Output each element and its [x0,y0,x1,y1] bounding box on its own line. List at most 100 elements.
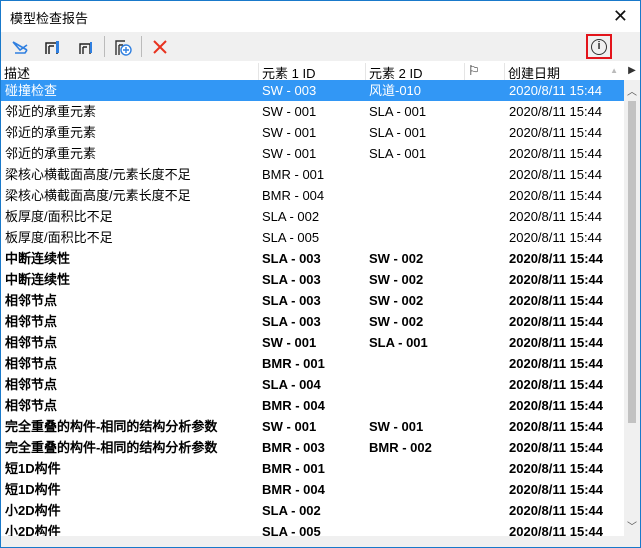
table-row[interactable]: 相邻节点 BMR - 001 2020/8/11 15:44 [1,353,624,374]
element-1-id-cell: BMR - 001 [262,461,325,476]
table-row[interactable]: 短1D构件 BMR - 004 2020/8/11 15:44 [1,479,624,500]
element-1-id-cell: SW - 001 [262,125,317,140]
table-row[interactable]: 相邻节点 BMR - 004 2020/8/11 15:44 [1,395,624,416]
toolbar: i [1,32,640,61]
created-date-cell: 2020/8/11 15:44 [509,167,603,182]
window-title: 模型检查报告 [10,11,89,26]
element-1-id-cell: BMR - 001 [262,356,325,371]
table-row[interactable]: 完全重叠的构件-相同的结构分析参数 BMR - 003 BMR - 002 2020/… [1,437,624,458]
element-1-id-cell: SLA - 005 [262,230,320,245]
description-cell: 短1D构件 [5,482,61,497]
element-1-id-cell: SLA - 003 [262,293,321,308]
toolbar-separator [141,36,142,57]
add-to-selection-icon[interactable] [112,36,134,58]
created-date-cell: 2020/8/11 15:44 [509,503,603,518]
close-icon[interactable]: ✕ [613,6,628,27]
created-date-cell: 2020/8/11 15:44 [509,146,603,161]
description-cell: 小2D构件 [5,503,61,518]
created-date-cell: 2020/8/11 15:44 [509,335,603,350]
scroll-right-icon[interactable]: ▶ [624,61,640,80]
status-strip [1,536,640,547]
description-cell: 梁核心横截面高度/元素长度不足 [5,188,191,203]
column-header-flag[interactable]: ⚐ [464,63,504,81]
element-1-id-cell: BMR - 001 [262,167,325,182]
scroll-down-icon[interactable]: ﹀ [627,518,637,533]
flag-icon: ⚐ [468,63,480,78]
created-date-cell: 2020/8/11 15:44 [509,209,603,224]
element-2-id-cell: 风道-010 [369,83,422,98]
highlight-element-1-icon[interactable] [41,36,63,58]
element-1-id-cell: BMR - 004 [262,188,325,203]
info-button[interactable]: i [586,34,612,59]
created-date-cell: 2020/8/11 15:44 [509,482,603,497]
highlight-element-2-icon[interactable] [75,36,97,58]
column-header-description[interactable]: 描述 [1,63,258,81]
created-date-cell: 2020/8/11 15:44 [509,125,603,140]
column-header-element-2-id[interactable]: 元素 2 ID [365,63,464,81]
table-row[interactable]: 邻近的承重元素 SW - 001 SLA - 001 2020/8/11 15:44 [1,122,624,143]
element-1-id-cell: SW - 001 [262,104,317,119]
table-row[interactable]: 板厚度/面积比不足 SLA - 002 2020/8/11 15:44 [1,206,624,227]
table-row[interactable]: 相邻节点 SW - 001 SLA - 001 2020/8/11 15:44 [1,332,624,353]
table-row[interactable]: 相邻节点 SLA - 003 SW - 002 2020/8/11 15:44 [1,290,624,311]
element-1-id-cell: SW - 003 [262,83,317,98]
element-1-id-cell: BMR - 004 [262,482,325,497]
description-cell: 邻近的承重元素 [5,146,97,161]
element-2-id-cell: SW - 002 [369,272,424,287]
element-1-id-cell: SW - 001 [262,146,317,161]
delete-icon[interactable] [149,36,171,58]
table-row[interactable]: 邻近的承重元素 SW - 001 SLA - 001 2020/8/11 15:44 [1,101,624,122]
created-date-cell: 2020/8/11 15:44 [509,419,603,434]
table-row[interactable]: 梁核心横截面高度/元素长度不足 BMR - 004 2020/8/11 15:44 [1,185,624,206]
created-date-cell: 2020/8/11 15:44 [509,398,603,413]
table-row[interactable]: 短1D构件 BMR - 001 2020/8/11 15:44 [1,458,624,479]
table-row[interactable]: 梁核心横截面高度/元素长度不足 BMR - 001 2020/8/11 15:44 [1,164,624,185]
description-cell: 中断连续性 [5,251,71,266]
created-date-label: 创建日期 [508,66,561,81]
description-cell: 板厚度/面积比不足 [5,230,113,245]
description-cell: 相邻节点 [5,335,58,350]
description-cell: 邻近的承重元素 [5,125,97,140]
description-cell: 碰撞检查 [5,83,58,98]
table-row[interactable]: 碰撞检查 SW - 003 风道-010 2020/8/11 15:44 [1,80,624,101]
element-1-id-cell: SLA - 004 [262,377,321,392]
description-cell: 板厚度/面积比不足 [5,209,113,224]
table-row[interactable]: 板厚度/面积比不足 SLA - 005 2020/8/11 15:44 [1,227,624,248]
model-check-report-window: 模型检查报告 ✕ i 描述 元素 1 ID 元素 2 ID ⚐ 创建日期 ▲ ▶ … [0,0,641,548]
scrollbar-thumb[interactable] [628,101,636,423]
column-header-element-1-id[interactable]: 元素 1 ID [258,63,365,81]
description-cell: 相邻节点 [5,398,58,413]
element-1-id-cell: BMR - 003 [262,440,325,455]
column-header-created-date[interactable]: 创建日期 ▲ [504,63,624,81]
table-row[interactable]: 邻近的承重元素 SW - 001 SLA - 001 2020/8/11 15:44 [1,143,624,164]
element-2-id-cell: SW - 002 [369,293,424,308]
element-2-id-cell: SLA - 001 [369,146,427,161]
element-2-id-cell: SLA - 001 [369,104,427,119]
table-row[interactable]: 中断连续性 SLA - 003 SW - 002 2020/8/11 15:44 [1,248,624,269]
element-2-id-cell: SW - 002 [369,314,424,329]
table-row[interactable]: 相邻节点 SLA - 004 2020/8/11 15:44 [1,374,624,395]
scroll-up-icon[interactable]: ︿ [627,83,637,98]
element-2-id-cell: SW - 001 [369,419,424,434]
element-1-id-cell: SLA - 003 [262,251,321,266]
element-1-id-cell: SLA - 003 [262,272,321,287]
description-cell: 完全重叠的构件-相同的结构分析参数 [5,419,218,434]
vertical-scrollbar[interactable]: ︿ ﹀ [624,80,640,536]
table-row[interactable]: 中断连续性 SLA - 003 SW - 002 2020/8/11 15:44 [1,269,624,290]
created-date-cell: 2020/8/11 15:44 [509,83,603,98]
description-cell: 中断连续性 [5,272,71,287]
element-1-id-cell: SW - 001 [262,419,317,434]
element-2-id-cell: SLA - 001 [369,335,428,350]
element-1-id-cell: SLA - 003 [262,314,321,329]
element-2-id-cell: SLA - 001 [369,125,427,140]
description-cell: 邻近的承重元素 [5,104,97,119]
table-row[interactable]: 完全重叠的构件-相同的结构分析参数 SW - 001 SW - 001 2020/8/… [1,416,624,437]
description-cell: 梁核心横截面高度/元素长度不足 [5,167,191,182]
table-row[interactable]: 小2D构件 SLA - 002 2020/8/11 15:44 [1,500,624,521]
created-date-cell: 2020/8/11 15:44 [509,251,603,266]
created-date-cell: 2020/8/11 15:44 [509,230,603,245]
select-elements-icon[interactable] [9,36,31,58]
created-date-cell: 2020/8/11 15:44 [509,461,603,476]
table-row[interactable]: 相邻节点 SLA - 003 SW - 002 2020/8/11 15:44 [1,311,624,332]
created-date-cell: 2020/8/11 15:44 [509,104,603,119]
